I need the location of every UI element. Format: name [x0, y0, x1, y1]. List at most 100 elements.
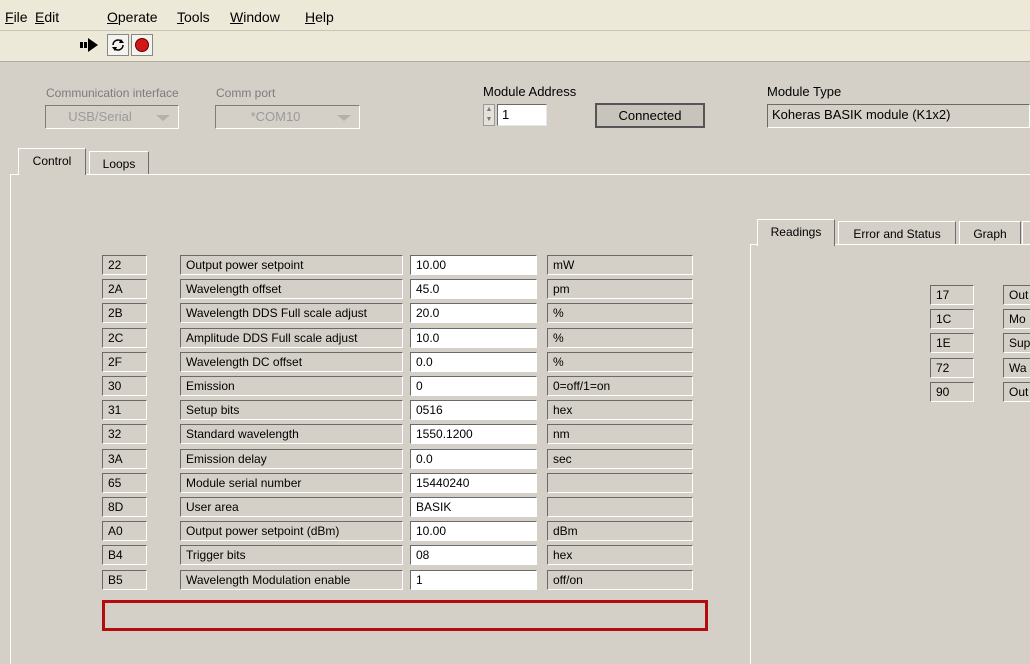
- menu-window[interactable]: Window: [230, 9, 280, 25]
- run-continuously-icon-glyph: [112, 39, 124, 51]
- abort-stop-icon-glyph: [135, 38, 149, 52]
- parameter-unit: 0=off/1=on: [547, 376, 693, 396]
- parameter-name: Wavelength DC offset: [180, 352, 403, 372]
- module-address-stepper[interactable]: ▲ ▼: [483, 104, 495, 126]
- register-id: B4: [102, 545, 147, 565]
- parameter-unit: nm: [547, 424, 693, 444]
- register-id: 2F: [102, 352, 147, 372]
- parameter-value[interactable]: 08: [410, 545, 537, 565]
- register-id: 30: [102, 376, 147, 396]
- parameter-value[interactable]: 0: [410, 376, 537, 396]
- parameter-value[interactable]: 1550.1200: [410, 424, 537, 444]
- parameter-name: Output power setpoint (dBm): [180, 521, 403, 541]
- menu-tools-rest: ools: [184, 9, 210, 25]
- reading-name: Wa: [1003, 358, 1030, 378]
- parameter-value[interactable]: 10.0: [410, 328, 537, 348]
- parameter-unit: %: [547, 303, 693, 323]
- menu-operate-mnemonic: O: [107, 9, 118, 25]
- stepper-down-icon[interactable]: ▼: [484, 115, 494, 125]
- register-id: A0: [102, 521, 147, 541]
- register-id: 31: [102, 400, 147, 420]
- module-address-label: Module Address: [483, 84, 577, 99]
- menu-file-rest: ile: [13, 9, 28, 25]
- register-id: 3A: [102, 449, 147, 469]
- tab-error-and-status[interactable]: Error and Status: [838, 221, 956, 245]
- parameter-value[interactable]: 20.0: [410, 303, 537, 323]
- register-id: 2C: [102, 328, 147, 348]
- register-id: 8D: [102, 497, 147, 517]
- register-id: 90: [930, 382, 974, 402]
- menu-bar: File Edit Operate Tools Window Help: [0, 0, 1030, 31]
- parameter-value[interactable]: 45.0: [410, 279, 537, 299]
- module-address-input[interactable]: 1: [497, 104, 547, 126]
- parameter-unit: off/on: [547, 570, 693, 590]
- menu-help[interactable]: Help: [305, 9, 334, 25]
- register-id: 65: [102, 473, 147, 493]
- register-id: 1E: [930, 333, 974, 353]
- parameter-unit: mW: [547, 255, 693, 275]
- menu-help-mnemonic: H: [305, 9, 316, 25]
- parameter-unit: dBm: [547, 521, 693, 541]
- menu-edit-rest: dit: [44, 9, 60, 25]
- parameter-value[interactable]: 0516: [410, 400, 537, 420]
- highlight-box: [102, 600, 708, 631]
- menu-operate[interactable]: Operate: [107, 9, 158, 25]
- comm-port-select[interactable]: *COM10: [215, 105, 360, 129]
- connected-button[interactable]: Connected: [595, 103, 705, 128]
- parameter-name: Trigger bits: [180, 545, 403, 565]
- menu-window-mnemonic: W: [230, 9, 244, 25]
- parameter-name: Wavelength Modulation enable: [180, 570, 403, 590]
- menu-help-rest: elp: [315, 9, 334, 25]
- comm-port-value: *COM10: [250, 109, 301, 124]
- menu-file-mnemonic: F: [5, 9, 14, 25]
- parameter-name: Emission: [180, 376, 403, 396]
- tab-graph[interactable]: Graph: [959, 221, 1021, 245]
- parameter-value[interactable]: 1: [410, 570, 537, 590]
- register-id: B5: [102, 570, 147, 590]
- parameter-value[interactable]: 10.00: [410, 521, 537, 541]
- tab-control[interactable]: Control: [18, 148, 86, 175]
- menu-file[interactable]: File: [5, 9, 28, 25]
- parameter-unit: sec: [547, 449, 693, 469]
- register-id: 72: [930, 358, 974, 378]
- reading-name: Out: [1003, 285, 1030, 305]
- run-arrow-icon-glyph: [80, 38, 98, 52]
- tab-loops[interactable]: Loops: [89, 151, 149, 175]
- parameter-unit: [547, 473, 693, 493]
- chevron-down-icon: [156, 115, 170, 121]
- comm-interface-select[interactable]: USB/Serial: [45, 105, 179, 129]
- register-id: 2A: [102, 279, 147, 299]
- parameter-name: User area: [180, 497, 403, 517]
- parameter-name: Setup bits: [180, 400, 403, 420]
- abort-stop-icon[interactable]: [131, 34, 153, 56]
- parameter-unit: hex: [547, 545, 693, 565]
- tab-readings[interactable]: Readings: [757, 219, 835, 246]
- toolbar: [0, 31, 1030, 62]
- parameter-value[interactable]: 0.0: [410, 449, 537, 469]
- menu-window-rest: indow: [243, 9, 280, 25]
- parameter-name: Standard wavelength: [180, 424, 403, 444]
- parameter-unit: %: [547, 328, 693, 348]
- menu-edit-mnemonic: E: [35, 9, 45, 25]
- register-id: 22: [102, 255, 147, 275]
- parameter-unit: pm: [547, 279, 693, 299]
- parameter-value[interactable]: 15440240: [410, 473, 537, 493]
- parameter-name: Output power setpoint: [180, 255, 403, 275]
- module-type-label: Module Type: [767, 84, 842, 99]
- stepper-up-icon[interactable]: ▲: [484, 105, 494, 115]
- reading-name: Out: [1003, 382, 1030, 402]
- run-continuously-icon[interactable]: [107, 34, 129, 56]
- parameter-name: Amplitude DDS Full scale adjust: [180, 328, 403, 348]
- parameter-value[interactable]: 0.0: [410, 352, 537, 372]
- menu-operate-rest: perate: [117, 9, 158, 25]
- module-type-field: Koheras BASIK module (K1x2): [767, 104, 1030, 128]
- register-id: 2B: [102, 303, 147, 323]
- register-id: 32: [102, 424, 147, 444]
- run-arrow-icon[interactable]: [78, 34, 100, 56]
- tab-more[interactable]: [1022, 221, 1030, 245]
- parameter-value[interactable]: BASIK: [410, 497, 537, 517]
- menu-edit[interactable]: Edit: [35, 9, 59, 25]
- parameter-value[interactable]: 10.00: [410, 255, 537, 275]
- comm-interface-value: USB/Serial: [68, 109, 132, 124]
- menu-tools[interactable]: Tools: [177, 9, 210, 25]
